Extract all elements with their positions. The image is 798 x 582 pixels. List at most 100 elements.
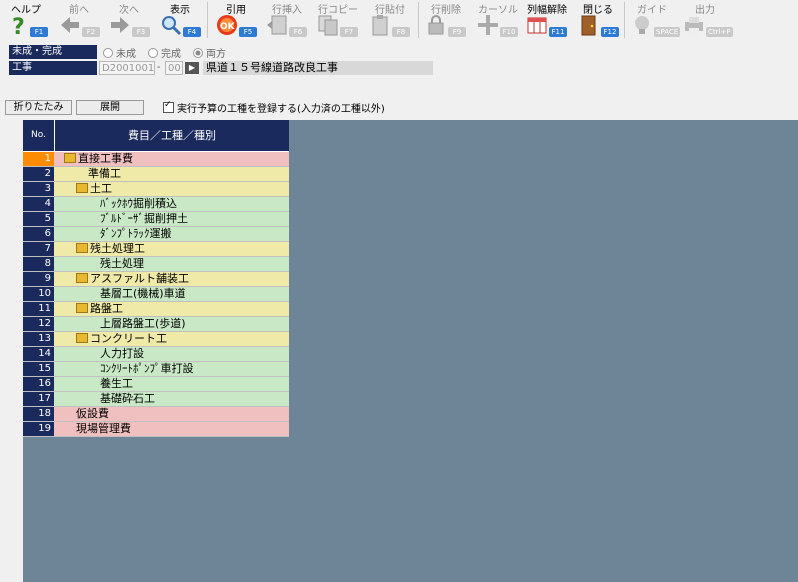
row-number: 4	[23, 197, 54, 211]
row-name: 路盤工	[90, 302, 123, 315]
row-number: 2	[23, 167, 54, 181]
insert-row-button[interactable]: 行挿入 F6	[263, 0, 311, 40]
guide-key: SPACE	[654, 27, 681, 37]
radio-finished[interactable]: 完成	[148, 45, 181, 60]
toolbar: ヘルプ ? F1 前へ F2 次へ F3 表示 F4 引用 OK F5 行挿入 …	[0, 0, 798, 40]
register-checkbox[interactable]: 実行予算の工種を登録する(入力済の工種以外)	[163, 100, 385, 115]
folder-icon[interactable]	[76, 333, 88, 343]
ok-icon: OK	[217, 15, 237, 35]
project-code-field[interactable]: D2001001	[99, 61, 155, 75]
column-reset-button[interactable]: 列幅解除 F11	[523, 0, 571, 40]
copy-row-icon	[318, 15, 338, 36]
help-key: F1	[30, 27, 48, 37]
prev-key: F2	[82, 27, 100, 37]
table-row[interactable]: 9 アスファルト舗装工	[23, 272, 289, 287]
show-button[interactable]: 表示 F4	[157, 0, 203, 40]
row-name-cell: ﾊﾞｯｸﾎｳ掘削積込	[54, 197, 289, 211]
row-name-cell: 人力打設	[54, 347, 289, 361]
quote-button[interactable]: 引用 OK F5	[213, 0, 259, 40]
folder-icon[interactable]	[76, 303, 88, 313]
next-button[interactable]: 次へ F3	[106, 0, 152, 40]
close-button[interactable]: 閉じる F12	[575, 0, 621, 40]
toolbar-separator	[207, 2, 208, 38]
table-row[interactable]: 10 基層工(機械)車道	[23, 287, 289, 302]
row-name: ﾌﾞﾙﾄﾞｰｻﾞ掘削押土	[100, 212, 188, 225]
row-name: 上層路盤工(歩道)	[100, 317, 186, 330]
row-name-cell: 直接工事費	[54, 152, 289, 166]
paste-row-button[interactable]: 行貼付 F8	[366, 0, 414, 40]
paste-key: F8	[392, 27, 410, 37]
copy-row-button[interactable]: 行コピー F7	[314, 0, 362, 40]
folder-icon[interactable]	[64, 153, 76, 163]
radio-unfinished[interactable]: 未成	[103, 45, 136, 60]
row-name: 現場管理費	[76, 422, 131, 435]
table-row[interactable]: 11 路盤工	[23, 302, 289, 317]
row-name-cell: 養生工	[54, 377, 289, 391]
colreset-key: F11	[549, 27, 567, 37]
folder-icon[interactable]	[76, 273, 88, 283]
row-number: 10	[23, 287, 54, 301]
cursor-button[interactable]: カーソル F10	[474, 0, 522, 40]
row-name: 準備工	[88, 167, 121, 180]
table-row[interactable]: 13 コンクリート工	[23, 332, 289, 347]
table-row[interactable]: 1 直接工事費	[23, 152, 289, 167]
radio-both[interactable]: 両方	[193, 45, 226, 60]
project-go-button[interactable]: ▶	[185, 62, 199, 74]
table-row[interactable]: 5 ﾌﾞﾙﾄﾞｰｻﾞ掘削押土	[23, 212, 289, 227]
table-row[interactable]: 3 土工	[23, 182, 289, 197]
project-name: 県道１５号線道路改良工事	[203, 61, 433, 75]
project-sub-field[interactable]: 00	[165, 61, 183, 75]
table-row[interactable]: 7 残土処理工	[23, 242, 289, 257]
paste-row-icon	[372, 15, 388, 36]
svg-text:?: ?	[12, 15, 25, 36]
close-key: F12	[601, 27, 619, 37]
row-name-cell: ｺﾝｸﾘｰﾄﾎﾟﾝﾌﾟ車打設	[54, 362, 289, 376]
insert-key: F6	[289, 27, 307, 37]
row-number: 5	[23, 212, 54, 226]
delete-row-button[interactable]: 行削除 F9	[422, 0, 470, 40]
row-name-cell: ﾀﾞﾝﾌﾟﾄﾗｯｸ運搬	[54, 227, 289, 241]
guide-button[interactable]: ガイド SPACE	[628, 0, 681, 40]
quote-key: F5	[239, 27, 257, 37]
radio-both-label: 両方	[206, 49, 226, 60]
table-row[interactable]: 15 ｺﾝｸﾘｰﾄﾎﾟﾝﾌﾟ車打設	[23, 362, 289, 377]
expand-button[interactable]: 展開	[76, 100, 144, 115]
help-button[interactable]: ヘルプ ? F1	[4, 0, 48, 40]
show-key: F4	[183, 27, 201, 37]
row-name: 残土処理工	[90, 242, 145, 255]
cost-tree: No. 費目／工種／種別 1 直接工事費 2 準備工 3 土工 4 ﾊﾞｯｸﾎｳ掘削積込 5 ﾌﾞ…	[23, 120, 289, 437]
collapse-button[interactable]: 折りたたみ	[5, 100, 72, 115]
row-name: アスファルト舗装工	[90, 272, 189, 285]
row-number: 19	[23, 422, 54, 436]
row-number: 16	[23, 377, 54, 391]
table-row[interactable]: 2 準備工	[23, 167, 289, 182]
row-name-cell: 現場管理費	[54, 422, 289, 436]
table-row[interactable]: 6 ﾀﾞﾝﾌﾟﾄﾗｯｸ運搬	[23, 227, 289, 242]
row-number: 11	[23, 302, 54, 316]
printer-icon	[685, 17, 703, 34]
door-icon	[581, 15, 596, 36]
row-name-cell: 準備工	[54, 167, 289, 181]
checkbox-box	[163, 100, 174, 113]
table-row[interactable]: 17 基礎砕石工	[23, 392, 289, 407]
table-row[interactable]: 19 現場管理費	[23, 422, 289, 437]
table-row[interactable]: 18 仮設費	[23, 407, 289, 422]
lock-icon	[428, 15, 444, 35]
insert-row-icon	[267, 15, 287, 35]
table-row[interactable]: 12 上層路盤工(歩道)	[23, 317, 289, 332]
radio-dot	[193, 48, 203, 58]
folder-icon[interactable]	[76, 183, 88, 193]
copy-key: F7	[340, 27, 358, 37]
arrow-right-icon	[111, 17, 129, 33]
table-row[interactable]: 8 残土処理	[23, 257, 289, 272]
table-row[interactable]: 4 ﾊﾞｯｸﾎｳ掘削積込	[23, 197, 289, 212]
col-name-header: 費目／工種／種別	[128, 129, 216, 142]
row-name-cell: ﾌﾞﾙﾄﾞｰｻﾞ掘削押土	[54, 212, 289, 226]
row-number: 7	[23, 242, 54, 256]
output-button[interactable]: 出力 Ctrl+P	[680, 0, 733, 40]
folder-icon[interactable]	[76, 243, 88, 253]
table-row[interactable]: 16 養生工	[23, 377, 289, 392]
row-name: コンクリート工	[90, 332, 167, 345]
prev-button[interactable]: 前へ F2	[56, 0, 102, 40]
table-row[interactable]: 14 人力打設	[23, 347, 289, 362]
